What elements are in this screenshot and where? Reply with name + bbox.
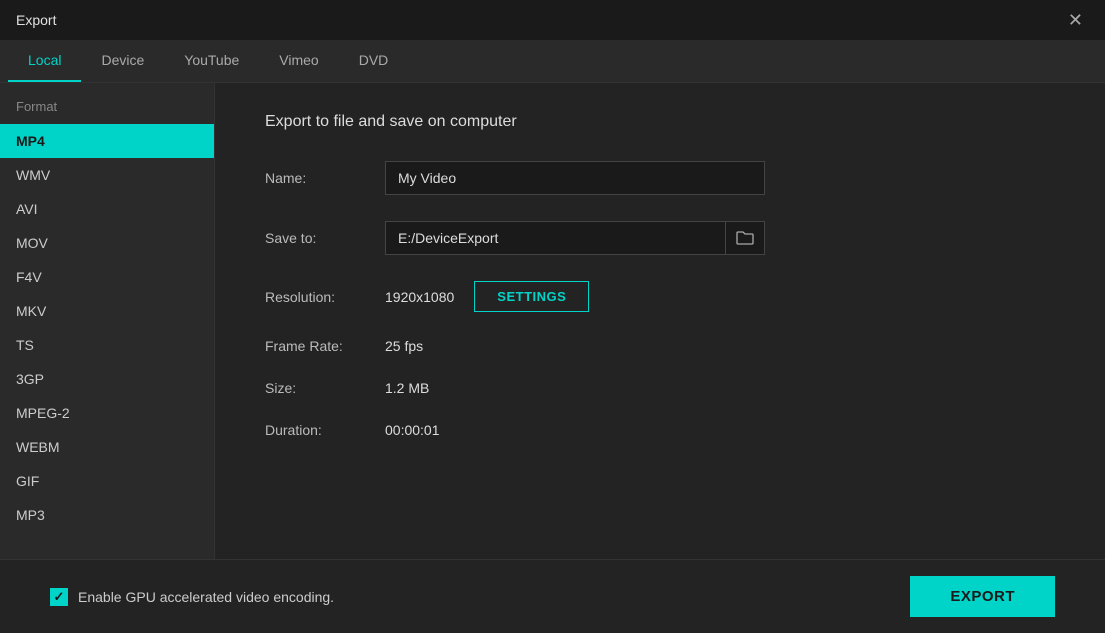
tab-local[interactable]: Local [8,40,81,82]
checkmark-icon: ✓ [54,590,65,603]
duration-label: Duration: [265,422,385,438]
save-to-input[interactable] [385,221,726,255]
format-f4v[interactable]: F4V [0,260,214,294]
format-mkv[interactable]: MKV [0,294,214,328]
frame-rate-label: Frame Rate: [265,338,385,354]
tab-device[interactable]: Device [81,40,164,82]
save-to-label: Save to: [265,230,385,246]
tab-vimeo[interactable]: Vimeo [259,40,338,82]
name-row: Name: [265,161,1055,195]
format-mp4[interactable]: MP4 [0,124,214,158]
frame-rate-row: Frame Rate: 25 fps [265,338,1055,354]
size-control: 1.2 MB [385,380,1055,396]
format-mov[interactable]: MOV [0,226,214,260]
close-button[interactable]: ✕ [1062,7,1089,33]
main-area: Format MP4 WMV AVI MOV F4V MKV TS 3GP MP… [0,83,1105,559]
format-webm[interactable]: WEBM [0,430,214,464]
bottom-bar: ✓ Enable GPU accelerated video encoding.… [0,559,1105,633]
resolution-value: 1920x1080 [385,289,454,305]
frame-rate-value: 25 fps [385,338,423,354]
duration-control: 00:00:01 [385,422,1055,438]
content-title: Export to file and save on computer [265,113,1055,131]
resolution-control: 1920x1080 SETTINGS [385,281,1055,312]
save-to-control [385,221,1055,255]
format-mpeg2[interactable]: MPEG-2 [0,396,214,430]
export-button[interactable]: EXPORT [910,576,1055,617]
save-to-row: Save to: [265,221,1055,255]
content-area: Export to file and save on computer Name… [215,83,1105,559]
duration-value: 00:00:01 [385,422,440,438]
resolution-row-inner: 1920x1080 SETTINGS [385,281,1055,312]
format-label: Format [0,99,214,124]
settings-button[interactable]: SETTINGS [474,281,589,312]
gpu-checkbox-row: ✓ Enable GPU accelerated video encoding. [50,588,334,606]
format-gif[interactable]: GIF [0,464,214,498]
sidebar: Format MP4 WMV AVI MOV F4V MKV TS 3GP MP… [0,83,215,559]
tab-dvd[interactable]: DVD [339,40,409,82]
browse-folder-button[interactable] [726,221,765,255]
format-wmv[interactable]: WMV [0,158,214,192]
dialog-title: Export [16,12,56,28]
resolution-row: Resolution: 1920x1080 SETTINGS [265,281,1055,312]
size-value: 1.2 MB [385,380,429,396]
gpu-checkbox[interactable]: ✓ [50,588,68,606]
format-mp3[interactable]: MP3 [0,498,214,532]
resolution-label: Resolution: [265,289,385,305]
format-3gp[interactable]: 3GP [0,362,214,396]
duration-row: Duration: 00:00:01 [265,422,1055,438]
folder-icon [736,230,754,246]
gpu-label: Enable GPU accelerated video encoding. [78,589,334,605]
save-to-wrapper [385,221,765,255]
tab-youtube[interactable]: YouTube [164,40,259,82]
frame-rate-control: 25 fps [385,338,1055,354]
name-label: Name: [265,170,385,186]
format-avi[interactable]: AVI [0,192,214,226]
title-bar: Export ✕ [0,0,1105,40]
export-dialog: Export ✕ Local Device YouTube Vimeo DVD … [0,0,1105,633]
tab-bar: Local Device YouTube Vimeo DVD [0,40,1105,83]
size-row: Size: 1.2 MB [265,380,1055,396]
format-ts[interactable]: TS [0,328,214,362]
name-input[interactable] [385,161,765,195]
name-control [385,161,1055,195]
size-label: Size: [265,380,385,396]
